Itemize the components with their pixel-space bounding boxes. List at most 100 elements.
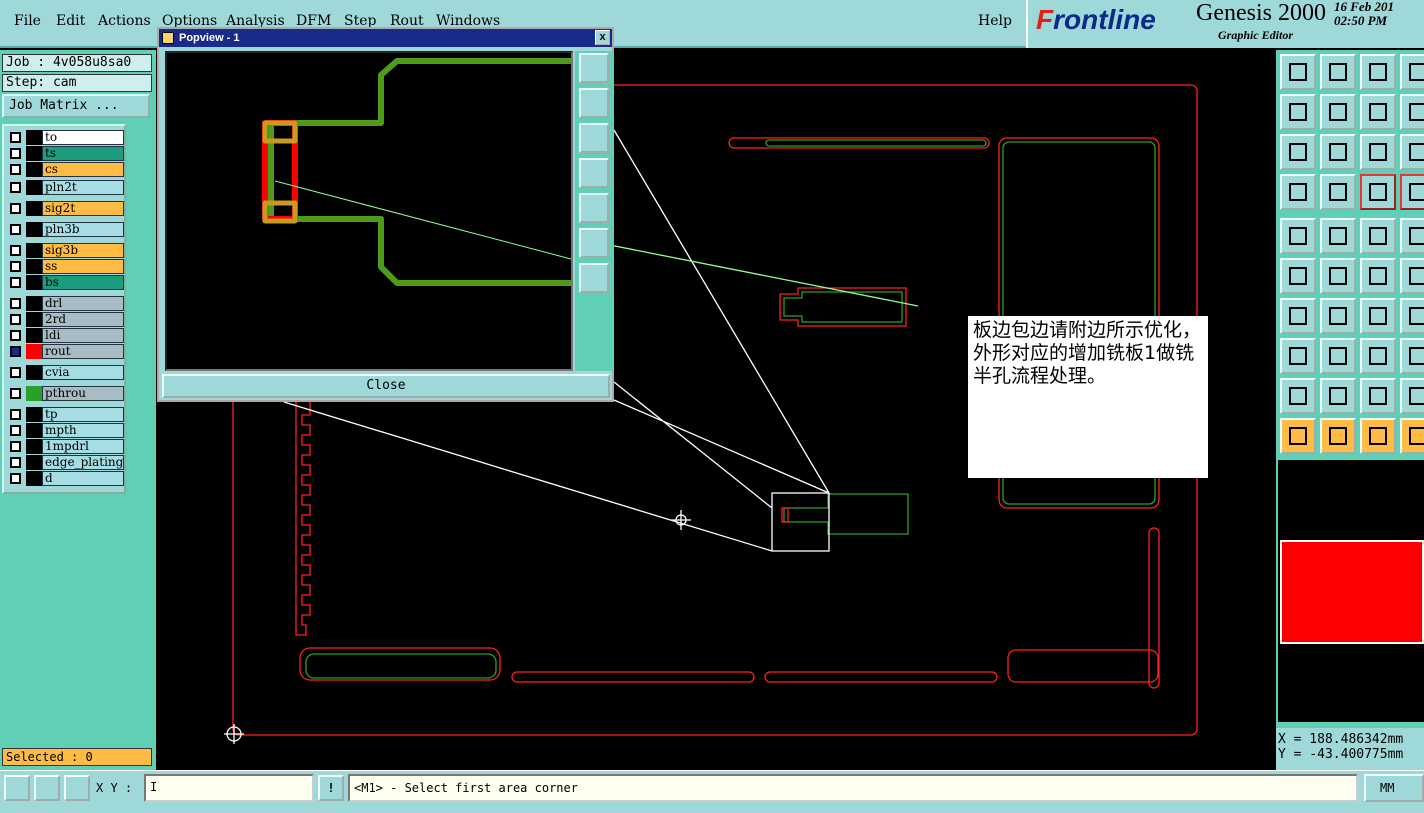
layer-checkbox[interactable] [10, 473, 21, 484]
help-icon[interactable] [1400, 134, 1424, 170]
unit-selector[interactable]: MM [1364, 774, 1424, 802]
zoom-in-icon[interactable] [579, 228, 609, 258]
layer-row[interactable]: edge_plating [6, 455, 124, 470]
menu-help[interactable]: Help [978, 13, 1012, 29]
layer-row[interactable]: cs [6, 162, 124, 177]
layer-name[interactable]: ldi [42, 328, 124, 343]
rotate-icon[interactable] [1360, 298, 1396, 334]
layer-checkbox[interactable] [10, 148, 21, 159]
add-pad-icon[interactable] [1280, 338, 1316, 374]
layer-name[interactable]: pln2t [42, 180, 124, 195]
layer-checkbox[interactable] [10, 457, 21, 468]
dot-icon[interactable] [1400, 218, 1424, 254]
layer-color-swatch[interactable] [26, 146, 42, 161]
zoom-box-icon[interactable] [1400, 54, 1424, 90]
layer-checkbox[interactable] [10, 330, 21, 341]
layer-checkbox[interactable] [10, 409, 21, 420]
pointer-box-icon[interactable] [1320, 418, 1356, 454]
layer-row[interactable]: ss [6, 259, 124, 274]
angle-icon[interactable] [1280, 298, 1316, 334]
layer-row[interactable]: pln2t [6, 180, 124, 195]
pointer-arrow-icon[interactable] [1400, 418, 1424, 454]
polygon-icon[interactable] [1360, 378, 1396, 414]
layer-row[interactable]: drl [6, 296, 124, 311]
measure-icon[interactable] [34, 775, 60, 801]
move-right-icon[interactable] [1320, 94, 1356, 130]
swap-icon[interactable] [1360, 94, 1396, 130]
layer-name[interactable]: d [42, 471, 124, 486]
layer-checkbox[interactable] [10, 203, 21, 214]
layer-row[interactable]: to [6, 130, 124, 145]
pan-down-icon[interactable] [579, 123, 609, 153]
arc-icon[interactable] [1320, 378, 1356, 414]
layer-color-swatch[interactable] [26, 180, 42, 195]
layer-name[interactable]: 2rd [42, 312, 124, 327]
menu-file[interactable]: File [14, 13, 41, 29]
list-icon[interactable] [1400, 94, 1424, 130]
layer-checkbox[interactable] [10, 425, 21, 436]
cross-icon[interactable] [1320, 258, 1356, 294]
layer-row[interactable]: bs [6, 275, 124, 290]
zoom-home-icon[interactable] [579, 53, 609, 83]
popview-close-button[interactable]: Close [162, 374, 610, 398]
layer-name[interactable]: edge_plating [42, 455, 124, 470]
layer-checkbox[interactable] [10, 261, 21, 272]
layer-color-swatch[interactable] [26, 365, 42, 380]
close-icon[interactable]: x [595, 30, 610, 45]
xy-input[interactable]: I [144, 774, 314, 802]
popview-canvas[interactable] [165, 51, 573, 371]
ruler-icon[interactable] [1360, 218, 1396, 254]
pointer-icon[interactable] [1280, 418, 1316, 454]
move-down-icon[interactable] [1320, 54, 1356, 90]
layer-row[interactable]: ts [6, 146, 124, 161]
layer-color-swatch[interactable] [26, 259, 42, 274]
layer-checkbox[interactable] [10, 314, 21, 325]
layer-color-swatch[interactable] [26, 455, 42, 470]
layer-color-swatch[interactable] [26, 222, 42, 237]
layer-row[interactable]: d [6, 471, 124, 486]
group-icon[interactable] [1400, 338, 1424, 374]
layer-color-swatch[interactable] [26, 471, 42, 486]
home-icon[interactable] [1360, 54, 1396, 90]
layer-row[interactable]: sig3b [6, 243, 124, 258]
layers-toggle-icon[interactable] [1360, 174, 1396, 210]
layer-checkbox[interactable] [10, 388, 21, 399]
zoom-fit-icon[interactable] [579, 263, 609, 293]
layer-color-swatch[interactable] [26, 130, 42, 145]
layer-color-swatch[interactable] [26, 344, 42, 359]
grid-icon[interactable] [64, 775, 90, 801]
layer-color-swatch[interactable] [26, 386, 42, 401]
layer-row[interactable]: pln3b [6, 222, 124, 237]
pan-up-icon[interactable] [579, 88, 609, 118]
layer-checkbox[interactable] [10, 441, 21, 452]
layer-color-swatch[interactable] [26, 296, 42, 311]
layer-row[interactable]: cvia [6, 365, 124, 380]
layer-color-swatch[interactable] [26, 201, 42, 216]
layer-color-swatch[interactable] [26, 439, 42, 454]
layer-name[interactable]: bs [42, 275, 124, 290]
connect-icon[interactable] [1280, 258, 1316, 294]
layer-name[interactable]: mpth [42, 423, 124, 438]
layer-color-swatch[interactable] [26, 275, 42, 290]
layer-name[interactable]: pthrou [42, 386, 124, 401]
layer-checkbox[interactable] [10, 367, 21, 378]
layer-checkbox[interactable] [10, 182, 21, 193]
snap-point-icon[interactable] [1360, 258, 1396, 294]
layer-row[interactable]: ldi [6, 328, 124, 343]
draw-icon[interactable] [1320, 218, 1356, 254]
move-left-icon[interactable] [1280, 94, 1316, 130]
layer-name[interactable]: sig3b [42, 243, 124, 258]
layer-row[interactable]: 1mpdrl [6, 439, 124, 454]
key-icon[interactable] [1320, 174, 1356, 210]
layers-toggle-2-icon[interactable] [1400, 174, 1424, 210]
layer-name[interactable]: pln3b [42, 222, 124, 237]
layer-name[interactable]: drl [42, 296, 124, 311]
pad-icon[interactable] [1280, 218, 1316, 254]
layer-color-swatch[interactable] [26, 328, 42, 343]
layer-checkbox[interactable] [10, 132, 21, 143]
alert-button[interactable]: ! [318, 775, 344, 801]
layer-checkbox[interactable] [10, 224, 21, 235]
layer-name[interactable]: ts [42, 146, 124, 161]
layer-row[interactable]: rout [6, 344, 124, 359]
pan-right-icon[interactable] [579, 193, 609, 223]
